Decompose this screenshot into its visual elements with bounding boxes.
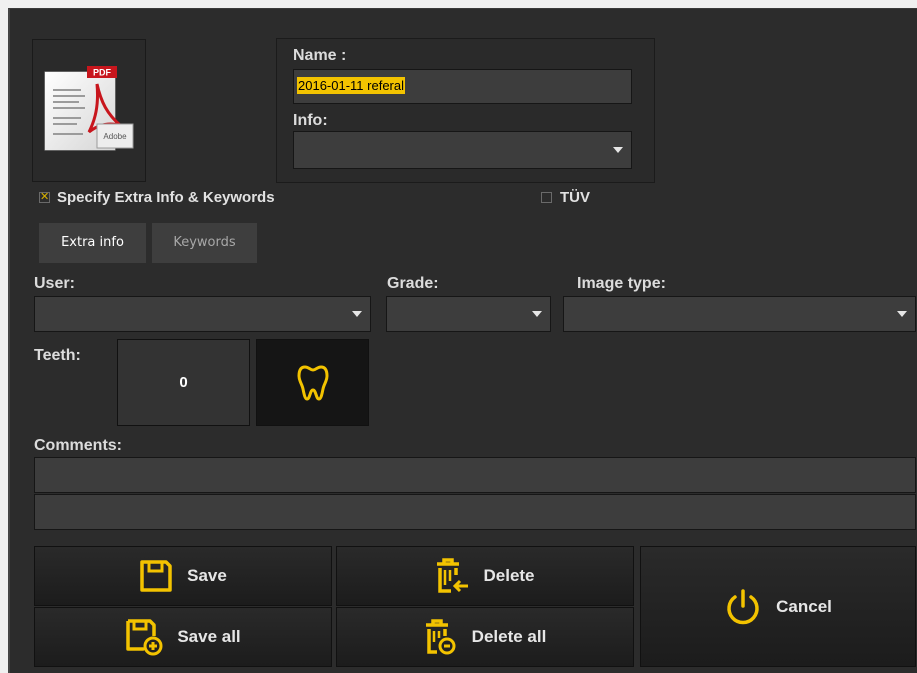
extra-info-checkbox[interactable]: ✕ xyxy=(39,192,50,203)
tuv-checkbox-label: TÜV xyxy=(560,189,590,206)
delete-all-button[interactable]: Delete all xyxy=(336,607,634,667)
name-value: 2016-01-11 referal xyxy=(297,77,405,94)
power-icon xyxy=(727,588,759,624)
cancel-button[interactable]: Cancel xyxy=(640,546,916,667)
tooth-selector-button[interactable] xyxy=(256,339,369,426)
chevron-down-icon xyxy=(352,311,362,317)
save-all-icon xyxy=(126,619,163,656)
name-input[interactable]: 2016-01-11 referal xyxy=(293,69,632,104)
chevron-down-icon xyxy=(897,311,907,317)
save-icon xyxy=(140,560,172,592)
save-all-label: Save all xyxy=(177,627,241,646)
delete-icon xyxy=(437,558,469,593)
comments-line-2[interactable] xyxy=(34,494,916,530)
user-dropdown[interactable] xyxy=(34,296,371,332)
grade-label: Grade: xyxy=(387,275,439,292)
chevron-down-icon xyxy=(613,147,623,153)
delete-all-label: Delete all xyxy=(471,627,547,646)
cancel-label: Cancel xyxy=(776,596,832,616)
delete-button[interactable]: Delete xyxy=(336,546,634,606)
save-label: Save xyxy=(187,566,227,585)
teeth-label: Teeth: xyxy=(34,347,81,364)
save-all-button[interactable]: Save all xyxy=(34,607,332,667)
image-type-label: Image type: xyxy=(577,275,666,292)
user-label: User: xyxy=(34,275,75,292)
extra-info-checkbox-label: Specify Extra Info & Keywords xyxy=(57,189,275,206)
delete-label: Delete xyxy=(483,566,535,585)
save-button[interactable]: Save xyxy=(34,546,332,606)
chevron-down-icon xyxy=(532,311,542,317)
tooth-icon xyxy=(297,365,328,400)
pdf-badge-text: PDF xyxy=(93,68,112,78)
adobe-label: Adobe xyxy=(103,132,127,141)
tuv-checkbox[interactable] xyxy=(541,192,552,203)
pdf-document-icon: PDF Adobe xyxy=(44,66,134,151)
tab-keywords[interactable]: Keywords xyxy=(152,223,257,263)
tab-extra-info[interactable]: Extra info xyxy=(39,223,146,263)
edit-document-dialog: PDF Adobe Name : 2016-01-11 referal Info… xyxy=(8,8,917,673)
teeth-count[interactable]: 0 xyxy=(117,339,250,426)
info-dropdown[interactable] xyxy=(293,131,632,169)
grade-dropdown[interactable] xyxy=(386,296,551,332)
comments-label: Comments: xyxy=(34,437,123,454)
document-thumbnail: PDF Adobe xyxy=(32,39,146,182)
info-label: Info: xyxy=(293,112,328,129)
image-type-dropdown[interactable] xyxy=(563,296,916,332)
delete-all-icon xyxy=(425,619,456,655)
comments-line-1[interactable] xyxy=(34,457,916,493)
name-label: Name : xyxy=(293,47,347,64)
